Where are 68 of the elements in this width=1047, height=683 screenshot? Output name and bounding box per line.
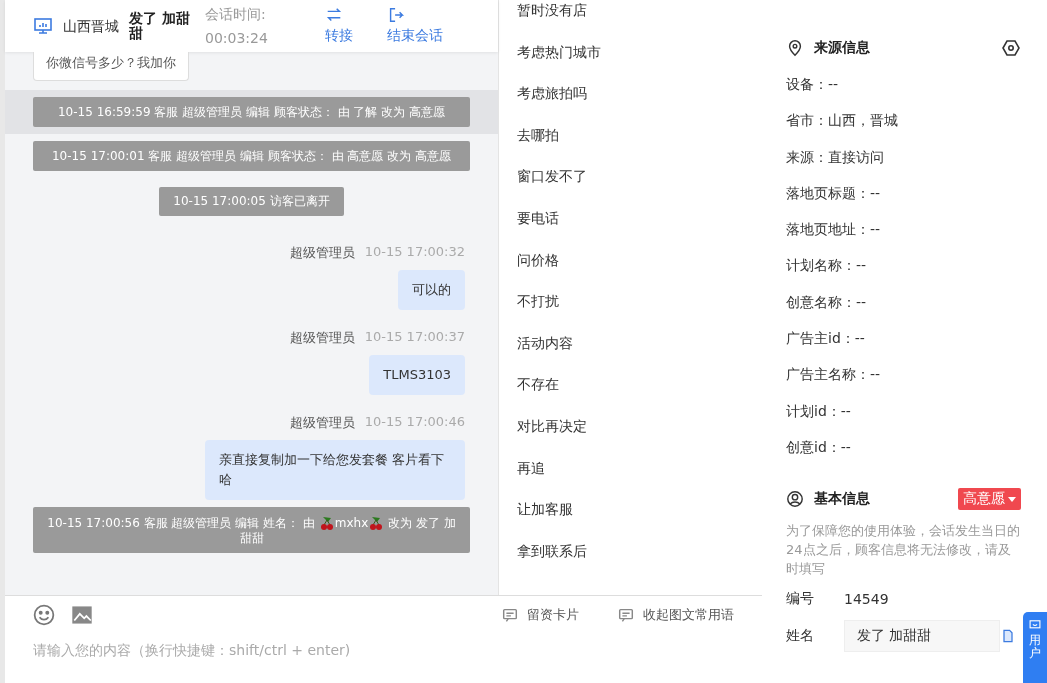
quick-phrase[interactable]: 问价格: [517, 239, 762, 282]
agent-message: TLMS3103: [369, 355, 465, 395]
system-message: 10-15 16:59:59 客服 超级管理员 编辑 顾客状态： 由 了解 改为 高意愿: [33, 97, 470, 127]
section-title: 来源信息: [814, 39, 871, 57]
info-row-text: 落地页标题：--: [786, 183, 882, 203]
user-tab[interactable]: 用户: [1023, 612, 1047, 683]
quick-phrase[interactable]: 对比再决定: [517, 405, 762, 448]
notice-text: 为了保障您的使用体验，会话发生当日的24点之后，顾客信息将无法修改，请及时填写: [786, 522, 1021, 579]
end-session-button[interactable]: 结束会话: [387, 6, 443, 46]
name-field[interactable]: 发了 加甜甜: [844, 620, 1000, 653]
system-message: 10-15 17:00:01 客服 超级管理员 编辑 顾客状态： 由 高意愿 改为 高意愿: [33, 141, 470, 171]
comment-icon: [617, 606, 635, 624]
field-value: 14549: [844, 591, 889, 608]
message-author: 超级管理员: [289, 414, 355, 432]
info-row-text: 创意id：--: [786, 437, 852, 457]
session-time: 会话时间: 00:03:24: [205, 5, 269, 48]
info-row-text: 省市：山西，晋城: [786, 111, 899, 131]
phrase-link[interactable]: 收起图文常用语: [617, 606, 734, 624]
quick-phrase[interactable]: 暂时没有店: [517, 0, 762, 32]
message-time: 10-15 17:00:37: [364, 329, 465, 346]
message-time: 10-15 17:00:46: [364, 414, 465, 431]
caret-icon: [1008, 496, 1016, 502]
field-label: 姓名: [786, 627, 815, 646]
exit-icon: [387, 6, 405, 24]
info-row-text: 计划名称：--: [786, 256, 868, 276]
field-label: 编号: [786, 590, 815, 609]
agent-message: 亲直接复制加一下给您发套餐 客片看下哈: [205, 440, 465, 500]
quick-phrase[interactable]: 再追: [517, 447, 762, 490]
hexagon-settings-icon: [1001, 38, 1021, 58]
info-row-text: 设备：--: [786, 75, 840, 94]
quick-phrase[interactable]: 要电话: [517, 197, 762, 240]
location-pin-icon: [786, 39, 804, 57]
info-row-text: 创意名称：--: [786, 292, 868, 312]
smiley-icon: [33, 604, 55, 626]
phrase-link[interactable]: 留资卡片: [501, 606, 579, 624]
visitor-location: 山西晋城: [63, 17, 119, 36]
message-author: 超级管理员: [289, 244, 355, 262]
quick-phrase[interactable]: 考虑旅拍吗: [517, 73, 762, 115]
visitor-name: 发了 加甜甜: [129, 11, 191, 41]
info-row-text: 广告主名称：--: [786, 365, 882, 385]
quick-phrase[interactable]: 去哪拍: [517, 114, 762, 157]
quick-phrase[interactable]: 考虑热门城市: [517, 31, 762, 74]
info-row-text: 计划id：--: [786, 401, 852, 421]
monitor-icon: [33, 16, 53, 36]
system-notice: 10-15 17:00:05 访客已离开: [159, 187, 344, 216]
info-row-text: 广告主id：--: [786, 329, 866, 349]
transfer-icon: [325, 6, 343, 24]
quick-phrase[interactable]: 窗口发不了: [517, 156, 762, 198]
cherry-icon: [368, 515, 385, 531]
image-icon: [71, 604, 93, 626]
transfer-button[interactable]: 转接: [325, 6, 353, 46]
quick-phrase[interactable]: 不存在: [517, 364, 762, 406]
visitor-message: 你微信号多少？我加你: [33, 52, 189, 81]
cherry-icon: [318, 515, 335, 531]
comment-icon: [501, 606, 519, 624]
quick-phrase[interactable]: 拿到联系后: [517, 530, 762, 573]
quick-phrase[interactable]: 让加客服: [517, 489, 762, 531]
agent-message: 可以的: [398, 270, 465, 310]
user-circle-icon: [786, 490, 804, 509]
quick-phrase[interactable]: 不打扰: [517, 281, 762, 323]
info-row-text: 落地页地址：--: [786, 220, 882, 240]
message-author: 超级管理员: [289, 329, 355, 347]
system-message: 10-15 17:00:56 客服 超级管理员 编辑 姓名： 由 mxhx 改为 发了 加甜甜: [33, 507, 470, 553]
status-dropdown[interactable]: 高意愿: [958, 488, 1021, 511]
message-time: 10-15 17:00:32: [364, 244, 465, 261]
info-row-text: 来源：直接访问: [786, 147, 885, 167]
quick-phrase[interactable]: 活动内容: [517, 322, 762, 365]
section-title: 基本信息: [814, 490, 871, 509]
